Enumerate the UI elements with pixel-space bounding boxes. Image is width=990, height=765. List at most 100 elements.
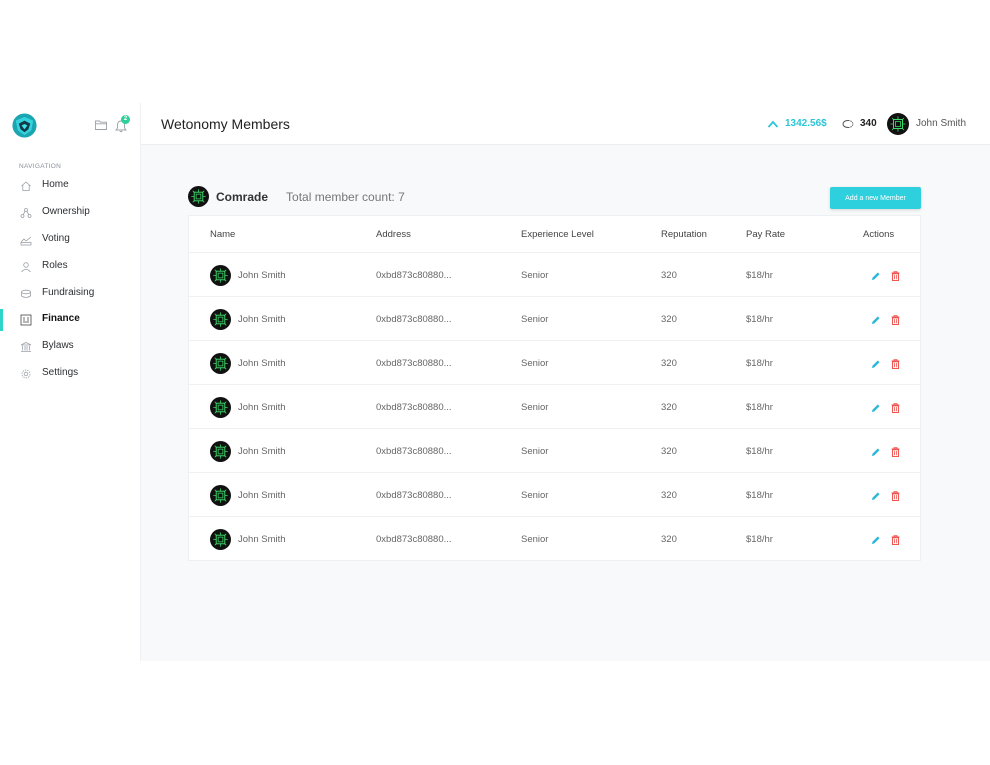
sidebar-item-label: Bylaws bbox=[42, 340, 74, 351]
table-row: John Smith 0xbd873c80880... Senior 320 $18/h… bbox=[189, 429, 920, 473]
sidebar-item-ownership[interactable]: Ownership bbox=[0, 202, 140, 224]
active-indicator bbox=[0, 309, 3, 331]
avatar bbox=[210, 441, 231, 462]
member-experience: Senior bbox=[521, 358, 549, 369]
table-row: John Smith 0xbd873c80880... Senior 320 $18/h… bbox=[189, 473, 920, 517]
sidebar-item-bylaws[interactable]: Bylaws bbox=[0, 336, 140, 358]
sidebar-item-home[interactable]: Home bbox=[0, 175, 140, 197]
voting-icon bbox=[20, 236, 32, 246]
organization-name: Comrade bbox=[216, 189, 269, 204]
column-header-address: Address bbox=[376, 229, 411, 240]
member-pay-rate: $18/hr bbox=[746, 314, 773, 325]
edit-icon[interactable] bbox=[871, 315, 881, 325]
table-header: Name Address Experience Level Reputation… bbox=[189, 216, 920, 253]
edit-icon[interactable] bbox=[871, 447, 881, 457]
balance-indicator: 1342.56$ bbox=[767, 118, 827, 129]
member-experience: Senior bbox=[521, 402, 549, 413]
member-experience: Senior bbox=[521, 490, 549, 501]
member-experience: Senior bbox=[521, 446, 549, 457]
column-header-actions: Actions bbox=[863, 229, 895, 240]
member-pay-rate: $18/hr bbox=[746, 490, 773, 501]
logo-icon[interactable] bbox=[11, 112, 38, 139]
trash-icon[interactable] bbox=[891, 359, 900, 369]
sidebar-item-finance[interactable]: Finance bbox=[0, 309, 140, 331]
member-name: John Smith bbox=[238, 358, 286, 369]
app-window: 2 NAVIGATION Home Ownership Voting Roles… bbox=[0, 103, 990, 661]
member-reputation: 320 bbox=[661, 270, 677, 281]
member-name: John Smith bbox=[238, 490, 286, 501]
avatar bbox=[210, 485, 231, 506]
member-address: 0xbd873c80880... bbox=[376, 314, 452, 325]
trash-icon[interactable] bbox=[891, 271, 900, 281]
member-name: John Smith bbox=[238, 534, 286, 545]
organization-header: Comrade Total member count: 7 bbox=[188, 186, 405, 207]
trash-icon[interactable] bbox=[891, 403, 900, 413]
folder-icon[interactable] bbox=[95, 119, 107, 130]
member-reputation: 320 bbox=[661, 402, 677, 413]
member-pay-rate: $18/hr bbox=[746, 446, 773, 457]
member-reputation: 320 bbox=[661, 490, 677, 501]
sidebar-item-label: Settings bbox=[42, 367, 79, 378]
finance-icon bbox=[20, 314, 32, 326]
trash-icon[interactable] bbox=[891, 315, 900, 325]
reputation-value: 340 bbox=[860, 118, 877, 129]
member-name: John Smith bbox=[238, 402, 286, 413]
sidebar-top: 2 bbox=[0, 103, 141, 145]
sidebar-item-fundraising[interactable]: Fundraising bbox=[0, 283, 140, 305]
page-title: Wetonomy Members bbox=[161, 116, 290, 132]
member-pay-rate: $18/hr bbox=[746, 358, 773, 369]
member-address: 0xbd873c80880... bbox=[376, 490, 452, 501]
edit-icon[interactable] bbox=[871, 359, 881, 369]
table-row: John Smith 0xbd873c80880... Senior 320 $18/h… bbox=[189, 297, 920, 341]
member-reputation: 320 bbox=[661, 358, 677, 369]
reputation-icon bbox=[842, 119, 854, 128]
reputation-indicator: 340 bbox=[842, 118, 877, 129]
member-experience: Senior bbox=[521, 534, 549, 545]
member-reputation: 320 bbox=[661, 314, 677, 325]
member-reputation: 320 bbox=[661, 534, 677, 545]
sidebar-item-label: Roles bbox=[42, 260, 68, 271]
member-experience: Senior bbox=[521, 270, 549, 281]
trash-icon[interactable] bbox=[891, 535, 900, 545]
sidebar-item-roles[interactable]: Roles bbox=[0, 256, 140, 278]
edit-icon[interactable] bbox=[871, 271, 881, 281]
member-name: John Smith bbox=[238, 270, 286, 281]
main-content: Comrade Total member count: 7 Add a new … bbox=[141, 145, 990, 661]
avatar bbox=[210, 529, 231, 550]
sidebar-item-settings[interactable]: Settings bbox=[0, 363, 140, 385]
balance-value: 1342.56$ bbox=[785, 118, 827, 129]
member-address: 0xbd873c80880... bbox=[376, 358, 452, 369]
edit-icon[interactable] bbox=[871, 491, 881, 501]
edit-icon[interactable] bbox=[871, 403, 881, 413]
add-member-button[interactable]: Add a new Member bbox=[830, 187, 921, 209]
column-header-reputation: Reputation bbox=[661, 229, 707, 240]
member-reputation: 320 bbox=[661, 446, 677, 457]
avatar[interactable] bbox=[887, 113, 909, 135]
notifications-button[interactable]: 2 bbox=[115, 115, 131, 133]
notification-badge: 2 bbox=[121, 115, 130, 124]
table-row: John Smith 0xbd873c80880... Senior 320 $18/h… bbox=[189, 253, 920, 297]
avatar bbox=[210, 353, 231, 374]
user-name[interactable]: John Smith bbox=[916, 118, 966, 129]
avatar bbox=[188, 186, 209, 207]
top-header: Wetonomy Members 1342.56$ 340 John Smith bbox=[141, 103, 990, 145]
sidebar: 2 NAVIGATION Home Ownership Voting Roles… bbox=[0, 103, 141, 661]
ownership-icon bbox=[20, 208, 32, 218]
fundraising-icon bbox=[21, 289, 31, 298]
member-name: John Smith bbox=[238, 446, 286, 457]
trash-icon[interactable] bbox=[891, 447, 900, 457]
trash-icon[interactable] bbox=[891, 491, 900, 501]
member-address: 0xbd873c80880... bbox=[376, 270, 452, 281]
column-header-name: Name bbox=[210, 229, 236, 240]
member-experience: Senior bbox=[521, 314, 549, 325]
chevron-up-icon bbox=[767, 120, 779, 128]
avatar bbox=[210, 309, 231, 330]
gear-icon bbox=[21, 369, 31, 379]
edit-icon[interactable] bbox=[871, 535, 881, 545]
sidebar-item-label: Voting bbox=[42, 233, 70, 244]
avatar bbox=[210, 397, 231, 418]
sidebar-item-voting[interactable]: Voting bbox=[0, 229, 140, 251]
member-count: Total member count: 7 bbox=[286, 189, 405, 204]
sidebar-item-label: Home bbox=[42, 179, 69, 190]
table-row: John Smith 0xbd873c80880... Senior 320 $18/h… bbox=[189, 517, 920, 561]
